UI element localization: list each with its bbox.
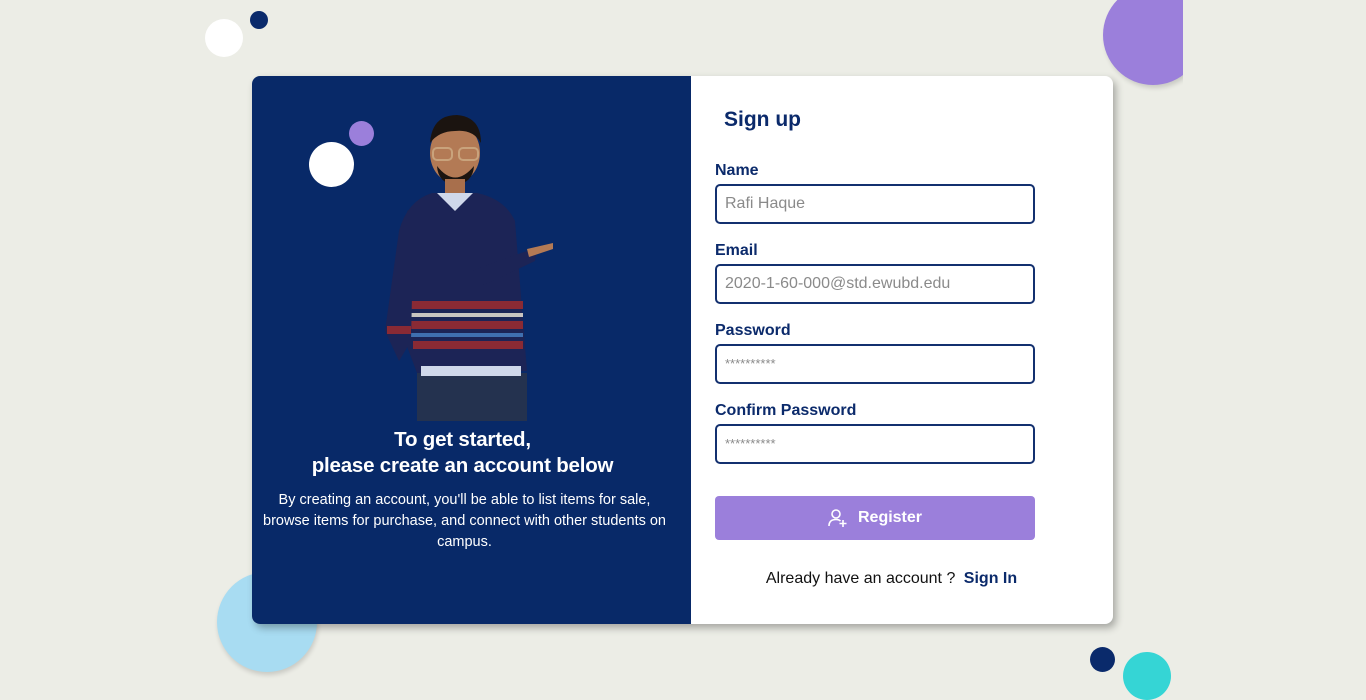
name-input[interactable] xyxy=(715,184,1035,224)
password-input[interactable] xyxy=(715,344,1035,384)
password-label: Password xyxy=(715,322,791,339)
headline-line-2: please create an account below xyxy=(311,454,614,477)
panel-circle-purple xyxy=(349,121,374,146)
form-title: Sign up xyxy=(724,108,801,131)
decor-circle-purple xyxy=(1103,0,1183,85)
student-illustration xyxy=(385,115,553,421)
user-plus-icon xyxy=(828,509,847,527)
confirm-password-label: Confirm Password xyxy=(715,402,857,419)
name-label: Name xyxy=(715,162,759,179)
signup-form: Sign up Name Email Password Confirm Pass… xyxy=(691,76,1113,624)
signup-card: To get started, please create an account… xyxy=(252,76,1113,624)
register-button-label: Register xyxy=(857,509,923,526)
email-label: Email xyxy=(715,242,758,259)
confirm-password-input[interactable] xyxy=(715,424,1035,464)
decor-circle-navy-small xyxy=(1090,647,1115,672)
register-button[interactable]: Register xyxy=(715,496,1035,540)
welcome-description: By creating an account, you'll be able t… xyxy=(263,492,666,550)
signin-link[interactable]: Sign In xyxy=(964,570,1017,587)
welcome-headline: To get started, please create an account… xyxy=(252,427,673,479)
welcome-panel: To get started, please create an account… xyxy=(252,76,691,624)
headline-line-1: To get started, xyxy=(394,428,531,451)
signin-prompt-row: Already have an account ? Sign In xyxy=(691,570,1072,588)
email-input[interactable] xyxy=(715,264,1035,304)
decor-circle-teal xyxy=(1123,652,1171,700)
signin-prompt: Already have an account ? xyxy=(765,570,956,587)
panel-circle-white xyxy=(309,142,354,187)
